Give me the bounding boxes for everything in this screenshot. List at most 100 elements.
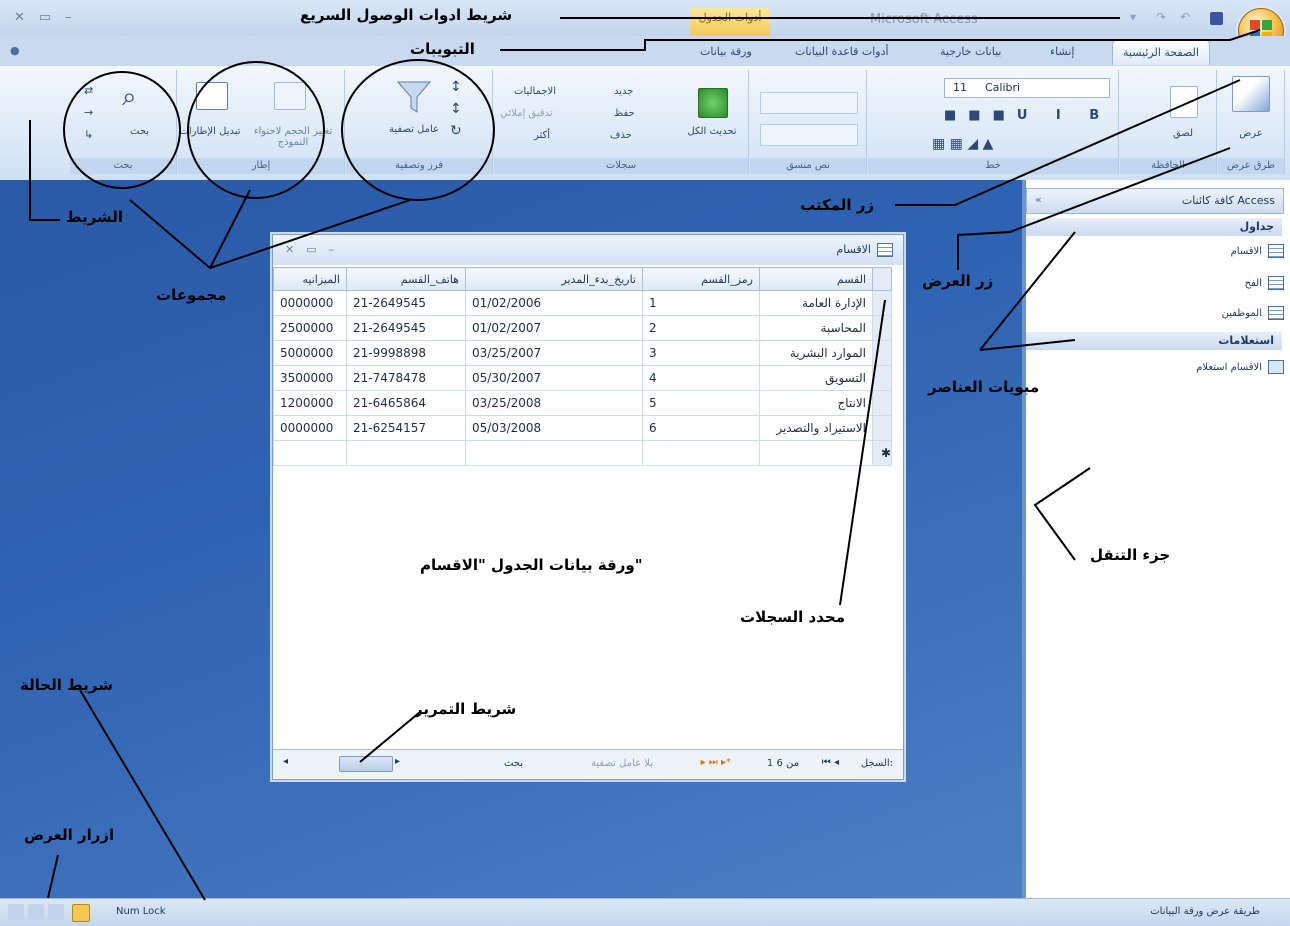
nav-category-queries[interactable]: استعلامات <box>1026 332 1282 350</box>
nav-search-box[interactable]: بحث <box>504 758 523 769</box>
format-buttons[interactable]: ■■■U I B <box>944 108 1111 123</box>
table-cell[interactable]: 1200000 <box>273 390 347 416</box>
window-controls[interactable]: ✕▭– <box>14 10 86 25</box>
column-header[interactable]: الميزانيه <box>273 267 347 291</box>
tab-database-tools[interactable]: أدوات قاعدة البيانات <box>785 40 899 64</box>
new-record-row[interactable]: ✱ <box>273 440 892 466</box>
spelling-button[interactable]: تدقيق إملائي <box>500 108 553 119</box>
column-header[interactable]: تاريخ_بدء_المدير <box>465 267 643 291</box>
table-cell[interactable]: 5000000 <box>273 340 347 366</box>
sort-icons[interactable]: ↕ ↕ ↻ <box>450 76 462 142</box>
column-header[interactable]: رمز_القسم <box>642 267 760 291</box>
table-cell[interactable]: الانتاج <box>759 390 873 416</box>
table-row[interactable]: الإدارة العامة 1 01/02/2006 21-2649545 00000… <box>273 290 892 316</box>
table-cell[interactable] <box>465 440 643 466</box>
table-cell[interactable]: الاستيراد والتصدير <box>759 415 873 441</box>
table-cell[interactable]: 3500000 <box>273 365 347 391</box>
record-selector[interactable] <box>872 390 892 416</box>
refresh-all-button[interactable]: تحديث الكل <box>682 126 742 137</box>
table-cell[interactable]: 21-6254157 <box>346 415 466 441</box>
table-cell[interactable]: التسويق <box>759 365 873 391</box>
filter-status[interactable]: بلا عامل تصفية <box>591 758 653 769</box>
scroll-right-icon[interactable]: ▸ <box>395 756 400 767</box>
paste-button[interactable]: لصق <box>1160 128 1206 139</box>
table-cell[interactable] <box>642 440 760 466</box>
design-view-icon[interactable] <box>72 904 90 922</box>
filter-button[interactable]: عامل تصفية <box>386 124 442 135</box>
find-small-icons[interactable]: ⇄ → ↳ <box>84 80 93 146</box>
gridlines-icon[interactable]: ▦ ▦ ◢ ▲ <box>932 136 993 152</box>
new-record-icon[interactable]: ✱ <box>872 440 892 466</box>
tab-home[interactable]: الصفحة الرئيسية <box>1112 40 1210 65</box>
quick-access-toolbar[interactable]: ▾ ↷ ↶ <box>1110 10 1230 30</box>
table-cell[interactable]: 2500000 <box>273 315 347 341</box>
nav-item-table[interactable]: الفح <box>1245 274 1284 294</box>
record-selector[interactable] <box>872 290 892 316</box>
table-cell[interactable]: 4 <box>642 365 760 391</box>
new-record-button[interactable]: جديد <box>614 86 633 97</box>
scroll-left-icon[interactable]: ◂ <box>283 756 288 767</box>
record-position[interactable]: 1 من 6 <box>767 758 799 769</box>
datasheet-view-icon[interactable] <box>8 904 24 920</box>
table-cell[interactable]: 03/25/2008 <box>465 390 643 416</box>
table-cell[interactable]: 6 <box>642 415 760 441</box>
resize-window-button[interactable]: تغيير الحجم لاحتواء النموذج <box>248 126 338 148</box>
nav-item-query[interactable]: الاقسام استعلام <box>1196 358 1284 378</box>
datasheet-window-controls[interactable]: ✕▭– <box>285 243 346 256</box>
table-cell[interactable] <box>273 440 347 466</box>
table-cell[interactable]: 05/30/2007 <box>465 365 643 391</box>
indent-buttons[interactable] <box>760 124 858 146</box>
pivot-chart-view-icon[interactable] <box>48 904 64 920</box>
table-cell[interactable]: 01/02/2006 <box>465 290 643 316</box>
save-record-button[interactable]: حفظ <box>614 108 635 119</box>
save-icon[interactable] <box>1210 12 1223 25</box>
table-cell[interactable]: 0000000 <box>273 415 347 441</box>
table-cell[interactable]: الإدارة العامة <box>759 290 873 316</box>
table-cell[interactable]: 05/03/2008 <box>465 415 643 441</box>
table-cell[interactable]: 01/02/2007 <box>465 315 643 341</box>
table-cell[interactable]: 5 <box>642 390 760 416</box>
table-cell[interactable]: 2 <box>642 315 760 341</box>
table-row[interactable]: المحاسبة 2 01/02/2007 21-2649545 2500000 <box>273 315 892 341</box>
list-buttons[interactable] <box>760 92 858 114</box>
switch-windows-button[interactable]: تبديل الإطارات <box>178 126 242 137</box>
record-selector[interactable] <box>872 365 892 391</box>
redo-icon[interactable]: ↷ <box>1156 10 1166 24</box>
next-last-new-icons[interactable]: ▸ ⏭ ▸* <box>701 757 731 768</box>
table-cell[interactable] <box>759 440 873 466</box>
horizontal-scrollbar-thumb[interactable] <box>339 756 393 772</box>
column-header[interactable]: القسم <box>759 267 873 291</box>
delete-record-button[interactable]: حذف <box>610 130 632 141</box>
more-button[interactable]: أكثر <box>534 130 550 141</box>
table-cell[interactable]: 3 <box>642 340 760 366</box>
tab-create[interactable]: إنشاء <box>1040 40 1084 64</box>
nav-category-tables[interactable]: جداول <box>1026 218 1282 236</box>
table-cell[interactable]: 21-7478478 <box>346 365 466 391</box>
first-record-icon[interactable]: ⏮ ◂ <box>822 757 839 768</box>
table-cell[interactable]: 21-6465864 <box>346 390 466 416</box>
undo-icon[interactable]: ↶ <box>1180 10 1190 24</box>
table-cell[interactable]: 1 <box>642 290 760 316</box>
table-cell[interactable] <box>346 440 466 466</box>
help-icon[interactable]: ● <box>10 44 20 57</box>
table-cell[interactable]: 21-9998898 <box>346 340 466 366</box>
nav-item-table[interactable]: الموظفين <box>1222 304 1284 324</box>
table-cell[interactable]: المحاسبة <box>759 315 873 341</box>
record-selector[interactable] <box>872 315 892 341</box>
tab-datasheet[interactable]: ورقة بيانات <box>690 40 762 64</box>
pivot-table-view-icon[interactable] <box>28 904 44 920</box>
table-cell[interactable]: الموارد البشرية <box>759 340 873 366</box>
record-selector[interactable] <box>872 340 892 366</box>
table-row[interactable]: الموارد البشرية 3 03/25/2007 21-9998898 5000… <box>273 340 892 366</box>
font-combo[interactable]: 11 Calibri <box>944 78 1110 98</box>
column-header[interactable]: هاتف_القسم <box>346 267 466 291</box>
record-selector[interactable] <box>872 415 892 441</box>
table-cell[interactable]: 21-2649545 <box>346 290 466 316</box>
nav-collapse-icon[interactable]: « <box>1035 193 1042 206</box>
customize-qat-icon[interactable]: ▾ <box>1130 10 1136 24</box>
table-row[interactable]: التسويق 4 05/30/2007 21-7478478 3500000 <box>273 365 892 391</box>
totals-button[interactable]: الاجماليات <box>514 86 556 97</box>
table-cell[interactable]: 0000000 <box>273 290 347 316</box>
select-all-button[interactable] <box>872 267 892 291</box>
view-button[interactable]: عرض <box>1218 128 1284 139</box>
